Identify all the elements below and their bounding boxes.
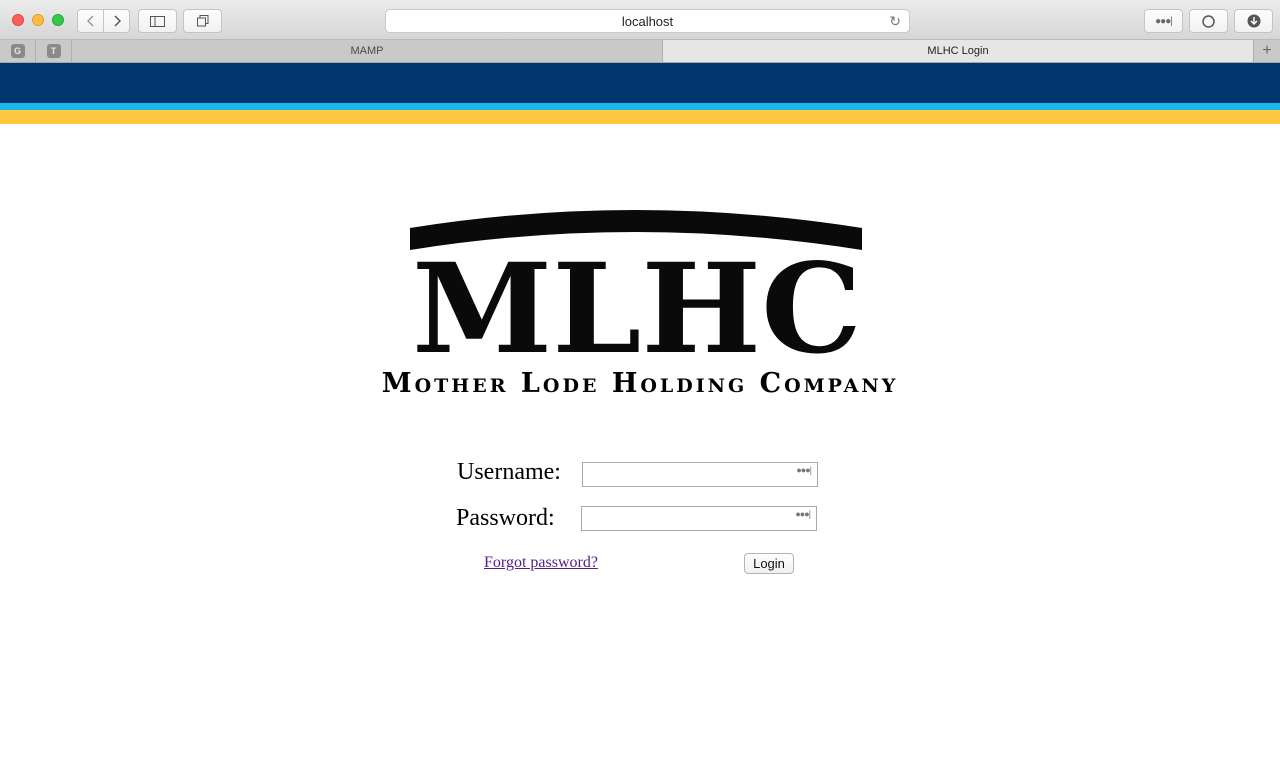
window-maximize-button[interactable]	[52, 14, 64, 26]
autofill-key-icon[interactable]: ●●●|	[795, 509, 811, 519]
autofill-key-icon[interactable]: ●●●|	[796, 465, 812, 475]
circle-icon	[1202, 14, 1215, 28]
password-dots-icon: ●●●|	[1155, 15, 1173, 27]
tabs-icon	[196, 15, 208, 27]
header-band-navy	[0, 63, 1280, 103]
tab-strip: G T MAMP MLHC Login +	[0, 40, 1280, 63]
logo-mark: MLHC	[412, 237, 862, 360]
password-label: Password:	[456, 505, 555, 531]
browser-titlebar: localhost ↻ ●●●|	[0, 0, 1280, 40]
forward-button[interactable]	[103, 10, 129, 32]
forgot-password-link[interactable]: Forgot password?	[484, 554, 598, 572]
mlhc-logo: MLHC	[410, 210, 862, 360]
pinned-tab-t[interactable]: T	[36, 40, 72, 62]
password-field[interactable]: ●●●|	[581, 506, 817, 531]
header-band-blue	[0, 103, 1280, 110]
sidebar-icon	[150, 15, 165, 27]
chevron-right-icon	[113, 15, 121, 27]
new-tab-button[interactable]: +	[1254, 40, 1280, 62]
back-button[interactable]	[78, 10, 103, 32]
pinned-tab-g[interactable]: G	[0, 40, 36, 62]
address-bar[interactable]: localhost ↻	[385, 9, 910, 33]
navigation-buttons	[77, 9, 130, 33]
tab-overview-button[interactable]	[183, 9, 222, 33]
pinned-tab-t-icon: T	[46, 44, 61, 58]
sidebar-button[interactable]	[138, 9, 177, 33]
extensions-button[interactable]: ●●●|	[1144, 9, 1183, 33]
username-field[interactable]: ●●●|	[582, 462, 818, 487]
header-band-gold	[0, 110, 1280, 124]
chevron-left-icon	[86, 15, 94, 27]
company-name: Mother Lode Holding Company	[381, 368, 899, 399]
download-icon	[1247, 14, 1260, 28]
pinned-tab-g-icon: G	[10, 44, 25, 58]
downloads-button[interactable]	[1234, 9, 1273, 33]
window-close-button[interactable]	[12, 14, 24, 26]
reload-icon[interactable]: ↻	[889, 13, 901, 30]
tab-label: MLHC Login	[927, 45, 989, 57]
username-label: Username:	[457, 459, 561, 485]
tab-label: MAMP	[350, 45, 384, 57]
tab-mlhc-login[interactable]: MLHC Login	[663, 40, 1254, 62]
plus-icon: +	[1262, 42, 1272, 59]
tab-mamp[interactable]: MAMP	[72, 40, 663, 62]
address-text: localhost	[621, 13, 674, 29]
login-button[interactable]: Login	[744, 553, 794, 574]
reader-button[interactable]	[1189, 9, 1228, 33]
window-minimize-button[interactable]	[32, 14, 44, 26]
